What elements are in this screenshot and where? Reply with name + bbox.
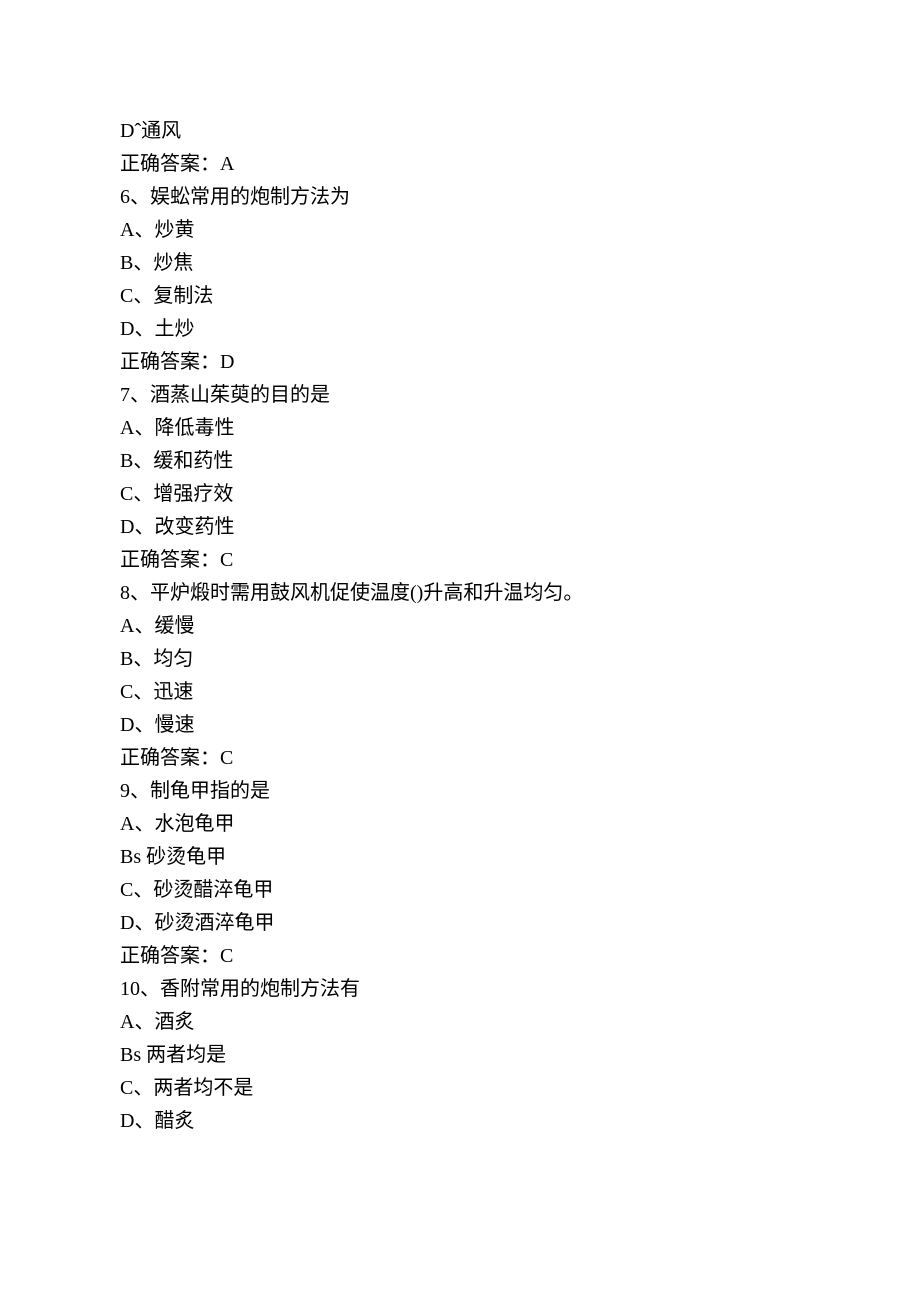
option-line: B、缓和药性 — [120, 445, 800, 478]
question-line: 7、酒蒸山茱萸的目的是 — [120, 379, 800, 412]
question-line: 6、娱蚣常用的炮制方法为 — [120, 181, 800, 214]
question-line: 8、平炉煅时需用鼓风机促使温度()升高和升温均匀。 — [120, 577, 800, 610]
option-line: C、砂烫醋淬龟甲 — [120, 874, 800, 907]
option-line: A、炒黄 — [120, 214, 800, 247]
option-line: C、两者均不是 — [120, 1072, 800, 1105]
option-line: D、慢速 — [120, 709, 800, 742]
option-line: C、增强疗效 — [120, 478, 800, 511]
answer-line: 正确答案：D — [120, 346, 800, 379]
answer-line: 正确答案：C — [120, 940, 800, 973]
option-line: Bs 两者均是 — [120, 1039, 800, 1072]
text-line: Dˆ通风 — [120, 115, 800, 148]
option-line: D、醋炙 — [120, 1105, 800, 1138]
option-line: Bs 砂烫龟甲 — [120, 841, 800, 874]
answer-line: 正确答案：C — [120, 544, 800, 577]
option-line: D、改变药性 — [120, 511, 800, 544]
option-line: A、酒炙 — [120, 1006, 800, 1039]
option-line: B、均匀 — [120, 643, 800, 676]
answer-line: 正确答案：C — [120, 742, 800, 775]
option-line: A、水泡龟甲 — [120, 808, 800, 841]
option-line: C、复制法 — [120, 280, 800, 313]
option-line: A、缓慢 — [120, 610, 800, 643]
answer-line: 正确答案：A — [120, 148, 800, 181]
option-line: C、迅速 — [120, 676, 800, 709]
option-line: A、降低毒性 — [120, 412, 800, 445]
option-line: D、砂烫酒淬龟甲 — [120, 907, 800, 940]
option-line: B、炒焦 — [120, 247, 800, 280]
question-line: 10、香附常用的炮制方法有 — [120, 973, 800, 1006]
option-line: D、土炒 — [120, 313, 800, 346]
question-line: 9、制龟甲指的是 — [120, 775, 800, 808]
